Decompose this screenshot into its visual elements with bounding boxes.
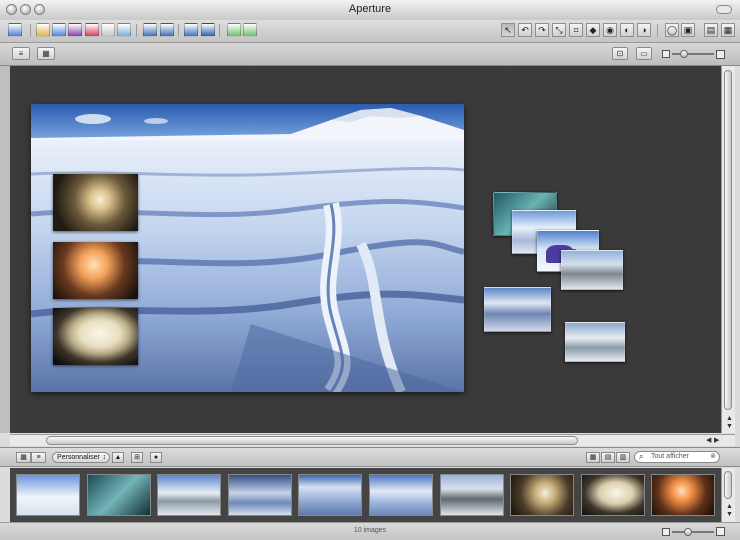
actual-size-icon[interactable]: ▭ — [636, 47, 652, 60]
filmstrip-thumbnail-penguin-diver[interactable] — [16, 474, 80, 516]
filmstrip-thumbnail-ice-field[interactable] — [369, 474, 433, 516]
thumbnail-size-knob[interactable] — [684, 528, 692, 536]
light-table-photo-penguin-colony[interactable] — [561, 250, 623, 290]
new-project-icon[interactable] — [36, 23, 50, 37]
viewer-vertical-scrollbar[interactable]: ▲ ▼ — [721, 66, 735, 433]
selection-tool-icon[interactable]: ↖ — [501, 23, 515, 37]
zoom-slider-track[interactable] — [672, 53, 714, 55]
toolbar-separator — [30, 24, 31, 37]
thumbnail-size-large-icon[interactable] — [716, 527, 725, 536]
viewer-toggle-icon[interactable]: ▥ — [616, 452, 630, 463]
spot-patch-tool-icon[interactable]: ◉ — [603, 23, 617, 37]
thumbnail-size-small-icon[interactable] — [662, 528, 670, 536]
new-web-gallery-icon[interactable] — [117, 23, 131, 37]
import-icon[interactable] — [8, 23, 22, 37]
filter-icon[interactable]: ⊞ — [131, 452, 143, 463]
new-smart-album-icon[interactable] — [68, 23, 82, 37]
light-table-canvas[interactable] — [10, 66, 721, 433]
zoom-out-icon[interactable] — [662, 50, 670, 58]
light-table-photo-sea-ice[interactable] — [484, 287, 551, 332]
straighten-tool-icon[interactable]: ⤡ — [552, 23, 566, 37]
new-light-table-icon[interactable] — [85, 23, 99, 37]
rotate-right-tool-icon[interactable]: ↷ — [535, 23, 549, 37]
crop-tool-icon[interactable]: ⌗ — [569, 23, 583, 37]
overlay-photo-sea-anemone-fan[interactable] — [53, 174, 138, 231]
search-icon: ⌕ — [639, 452, 644, 461]
horizontal-scroll-thumb[interactable] — [46, 436, 578, 445]
list-view-icon[interactable]: ≡ — [31, 452, 46, 463]
redeye-tool-icon[interactable]: ◆ — [586, 23, 600, 37]
filmstrip-thumbnail-penguin-colony[interactable] — [440, 474, 504, 516]
new-book-icon[interactable] — [101, 23, 115, 37]
grid-view-icon[interactable]: ▦ — [16, 452, 31, 463]
thumbnail-size-slider[interactable] — [672, 531, 714, 533]
sort-popup-label: Personnaliser — [57, 454, 100, 461]
filmstrip-view-icon[interactable]: ▦ — [586, 452, 600, 463]
zoom-slider-knob[interactable] — [680, 50, 689, 58]
loupe-mode-icon[interactable] — [201, 23, 215, 37]
loupe-icon[interactable]: ◯ — [665, 23, 679, 37]
inspector-icon[interactable]: ▤ — [704, 23, 718, 37]
list-view-icon[interactable]: ≡ — [12, 47, 30, 60]
filmstrip-thumbnail-sea-ice-sunset[interactable] — [228, 474, 292, 516]
filmstrip-thumbnail-sea-anemone-fan[interactable] — [510, 474, 574, 516]
zoom-in-icon[interactable] — [716, 50, 725, 59]
viewer-control-bar: ≡ ▦ ⊡ ▭ — [0, 43, 740, 66]
split-view-icon[interactable]: ▤ — [601, 452, 615, 463]
filmstrip-thumbnail-cracked-ice[interactable] — [298, 474, 362, 516]
full-screen-icon[interactable]: ▣ — [681, 23, 695, 37]
scroll-left-icon[interactable]: ◀ — [706, 436, 711, 444]
scroll-down-icon[interactable]: ▼ — [726, 511, 733, 518]
clear-search-icon[interactable]: ⊗ — [710, 452, 716, 462]
info-icon[interactable]: ▦ — [37, 47, 55, 60]
aperture-window: Aperture ↖ ↶ ↷ ⤡ ⌗ ◆ ◉ ◐ ◑ ◯ ▣ ▤ ▦ ≡ ▦ ⊡ ▭ — [0, 0, 740, 540]
overlay-photo-sponge[interactable] — [53, 308, 138, 365]
stamp-tool-icon[interactable]: ◑ — [637, 23, 651, 37]
rotate-left-tool-icon[interactable]: ↶ — [518, 23, 532, 37]
toolbar-separator — [178, 24, 179, 37]
filmstrip-thumbnail-ice-cave[interactable] — [87, 474, 151, 516]
new-album-icon[interactable] — [52, 23, 66, 37]
viewer-horizontal-scrollbar[interactable]: ◀ ▶ — [10, 434, 735, 446]
toolbar-separator — [136, 24, 137, 37]
search-placeholder: Tout afficher — [651, 453, 690, 460]
browser-control-bar: ▦ ≡ Personnaliser ↕ ▲ ⊞ ● ▦ ▤ ▥ ⌕ Tout affich… — [0, 447, 740, 467]
popup-arrows-icon: ↕ — [102, 454, 107, 461]
rotate-right-icon[interactable] — [243, 23, 257, 37]
image-count: 10 images — [353, 527, 387, 534]
window-title: Aperture — [348, 3, 392, 15]
scroll-down-icon[interactable]: ▼ — [726, 423, 733, 430]
sort-popup[interactable]: Personnaliser ↕ — [52, 452, 110, 463]
lock-icon[interactable]: ● — [150, 452, 162, 463]
unstack-icon[interactable] — [160, 23, 174, 37]
compare-icon[interactable] — [184, 23, 198, 37]
viewer-left-gutter — [0, 66, 10, 433]
vertical-scroll-thumb[interactable] — [724, 70, 732, 410]
toolbar-separator — [219, 24, 220, 37]
browser-filmstrip[interactable] — [10, 468, 721, 522]
filmstrip-thumbnail-orange-anemone[interactable] — [651, 474, 715, 516]
filmstrip-scroll-thumb[interactable] — [724, 471, 732, 499]
scroll-up-icon[interactable]: ▲ — [726, 415, 733, 422]
main-toolbar: ↖ ↶ ↷ ⤡ ⌗ ◆ ◉ ◐ ◑ ◯ ▣ ▤ ▦ — [0, 20, 740, 43]
toolbar-separator — [657, 24, 658, 37]
hud-icon[interactable]: ▦ — [721, 23, 735, 37]
toolbar-toggle-button[interactable] — [716, 5, 732, 14]
main-photo-antarctic-ice[interactable] — [31, 104, 464, 392]
lift-tool-icon[interactable]: ◐ — [620, 23, 634, 37]
rotate-left-icon[interactable] — [227, 23, 241, 37]
search-field[interactable]: ⌕ Tout afficher ⊗ — [634, 451, 720, 463]
zoom-fit-icon[interactable]: ⊡ — [612, 47, 628, 60]
filmstrip-thumbnail-sponge[interactable] — [581, 474, 645, 516]
filmstrip-scrollbar[interactable]: ▲ ▼ — [721, 468, 735, 522]
stack-icon[interactable] — [143, 23, 157, 37]
scroll-up-icon[interactable]: ▲ — [726, 503, 733, 510]
overlay-photo-orange-anemone[interactable] — [53, 242, 138, 299]
status-bar: 10 images — [0, 522, 740, 540]
title-bar: Aperture — [0, 0, 740, 21]
filmstrip-thumbnail-mountains-snow[interactable] — [157, 474, 221, 516]
scroll-right-icon[interactable]: ▶ — [714, 436, 719, 444]
sort-ascending-icon[interactable]: ▲ — [112, 452, 124, 463]
light-table-photo-snow-mountains[interactable] — [565, 322, 625, 362]
